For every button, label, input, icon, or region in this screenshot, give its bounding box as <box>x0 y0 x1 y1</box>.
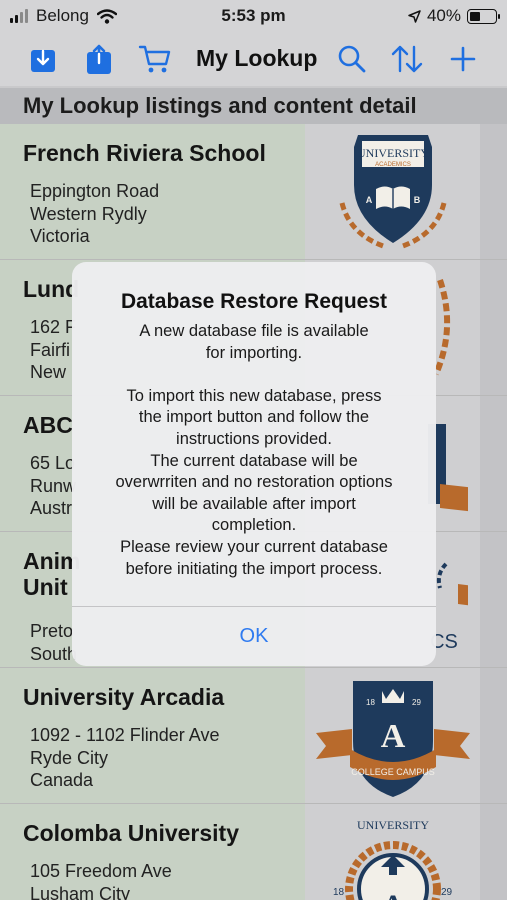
logo-text: 18 <box>333 887 345 898</box>
list-item-logo: UNIVERSITY A 18 29 <box>305 804 480 900</box>
section-header: My Lookup listings and content detail <box>0 88 507 124</box>
address-line: 105 Freedom Ave <box>30 861 172 881</box>
address-line: Victoria <box>30 226 90 246</box>
logo-text: UNIVERSITY <box>357 146 429 160</box>
university-academics-logo: UNIVERSITY ACADEMICS A B <box>339 134 446 249</box>
address-line: South <box>30 643 78 664</box>
list-item-title: Lund <box>23 276 80 302</box>
list-item-title: University Arcadia <box>23 684 225 710</box>
dialog-title: Database Restore Request <box>120 290 388 313</box>
download-icon <box>31 49 55 72</box>
list-item-text: Colomba University 105 Freedom Ave Lusha… <box>0 804 305 900</box>
address-line: Western Rydly <box>30 203 147 224</box>
address-line: Austr <box>30 498 73 518</box>
cart-button[interactable] <box>136 40 174 78</box>
address-line: Fairfi <box>30 339 70 360</box>
status-right: 40% <box>408 6 500 26</box>
add-icon <box>450 46 476 72</box>
add-button[interactable] <box>444 40 482 78</box>
dialog-message: A new database file is available for imp… <box>115 322 393 578</box>
logo-text: UNIVERSITY <box>357 818 429 832</box>
sort-button[interactable] <box>388 40 426 78</box>
logo-text: A <box>382 889 404 900</box>
search-button[interactable] <box>333 40 371 78</box>
list-item-edge <box>480 532 507 667</box>
status-bar: Belong 5:53 pm 40% <box>0 0 507 32</box>
list-item-edge <box>480 804 507 900</box>
college-campus-logo: 18 29 A COLLEGE CAMPUS <box>315 680 470 797</box>
logo-text: COLLEGE CAMPUS <box>351 767 435 777</box>
logo-text: 18 <box>366 698 375 707</box>
battery-icon <box>467 8 500 24</box>
list-item-address: 1092 - 1102 Flinder Ave Ryde City Canada <box>30 724 219 792</box>
list-item-title: Colomba University <box>23 820 239 846</box>
logo-text: A <box>365 195 372 205</box>
restore-dialog: Database Restore Request A new database … <box>72 262 436 666</box>
list-item-text: University Arcadia 1092 - 1102 Flinder A… <box>0 668 305 803</box>
address-line: Runw <box>30 475 77 496</box>
list-item-edge <box>480 668 507 803</box>
list-item-text: French Riviera School Eppington Road Wes… <box>0 124 305 259</box>
share-icon <box>87 44 111 74</box>
sort-icon <box>391 45 423 73</box>
address-line: New <box>30 362 67 382</box>
battery-nub <box>498 13 500 19</box>
logo-text: 29 <box>441 887 453 898</box>
list-item-address: 65 Lo Runw Austr <box>30 452 76 520</box>
address-line: 65 Lo <box>30 453 76 473</box>
search-icon <box>338 45 366 73</box>
address-line: 1092 - 1102 Flinder Ave <box>30 725 220 745</box>
logo-text: B <box>413 195 420 205</box>
list-item-address: 105 Freedom Ave Lusham City <box>30 860 172 900</box>
address-line: Lusham City <box>30 883 131 900</box>
location-arrow-icon <box>408 9 421 23</box>
cart-icon <box>138 45 171 73</box>
list-item-address: Preto South <box>30 620 77 665</box>
list-item-title: French Riviera School <box>23 140 266 166</box>
address-line: Canada <box>30 770 94 790</box>
toolbar-title: My Lookup <box>196 45 318 71</box>
logo-text: A <box>380 718 405 755</box>
address-line: Preto <box>30 621 74 641</box>
logo-text: 29 <box>412 698 421 707</box>
address-line: Ryde City <box>30 747 109 768</box>
list-item-logo: UNIVERSITY ACADEMICS A B <box>305 124 480 259</box>
list-item[interactable]: Colomba University 105 Freedom Ave Lusha… <box>0 804 507 900</box>
address-line: Eppington Road <box>30 181 160 201</box>
download-button[interactable] <box>24 40 62 78</box>
battery-fill <box>470 11 480 21</box>
list-item[interactable]: University Arcadia 1092 - 1102 Flinder A… <box>0 668 507 804</box>
toolbar: My Lookup <box>0 32 507 86</box>
logo-text: ACADEMICS <box>375 162 411 168</box>
address-line: 162 F <box>30 317 77 337</box>
list-item[interactable]: French Riviera School Eppington Road Wes… <box>0 124 507 260</box>
list-item-edge <box>480 260 507 395</box>
list-item-title: ABC <box>23 412 73 438</box>
university-compass-logo: UNIVERSITY A 18 29 <box>333 818 453 900</box>
battery-percent: 40% <box>426 6 461 25</box>
list-item-address: Eppington Road Western Rydly Victoria <box>30 180 159 248</box>
ok-button[interactable]: OK <box>72 607 436 666</box>
share-button[interactable] <box>80 40 118 78</box>
list-item-logo: 18 29 A COLLEGE CAMPUS <box>305 668 480 803</box>
list-item-edge <box>480 396 507 531</box>
list-item-address: 162 F Fairfi New <box>30 316 76 384</box>
list-item-edge <box>480 124 507 259</box>
